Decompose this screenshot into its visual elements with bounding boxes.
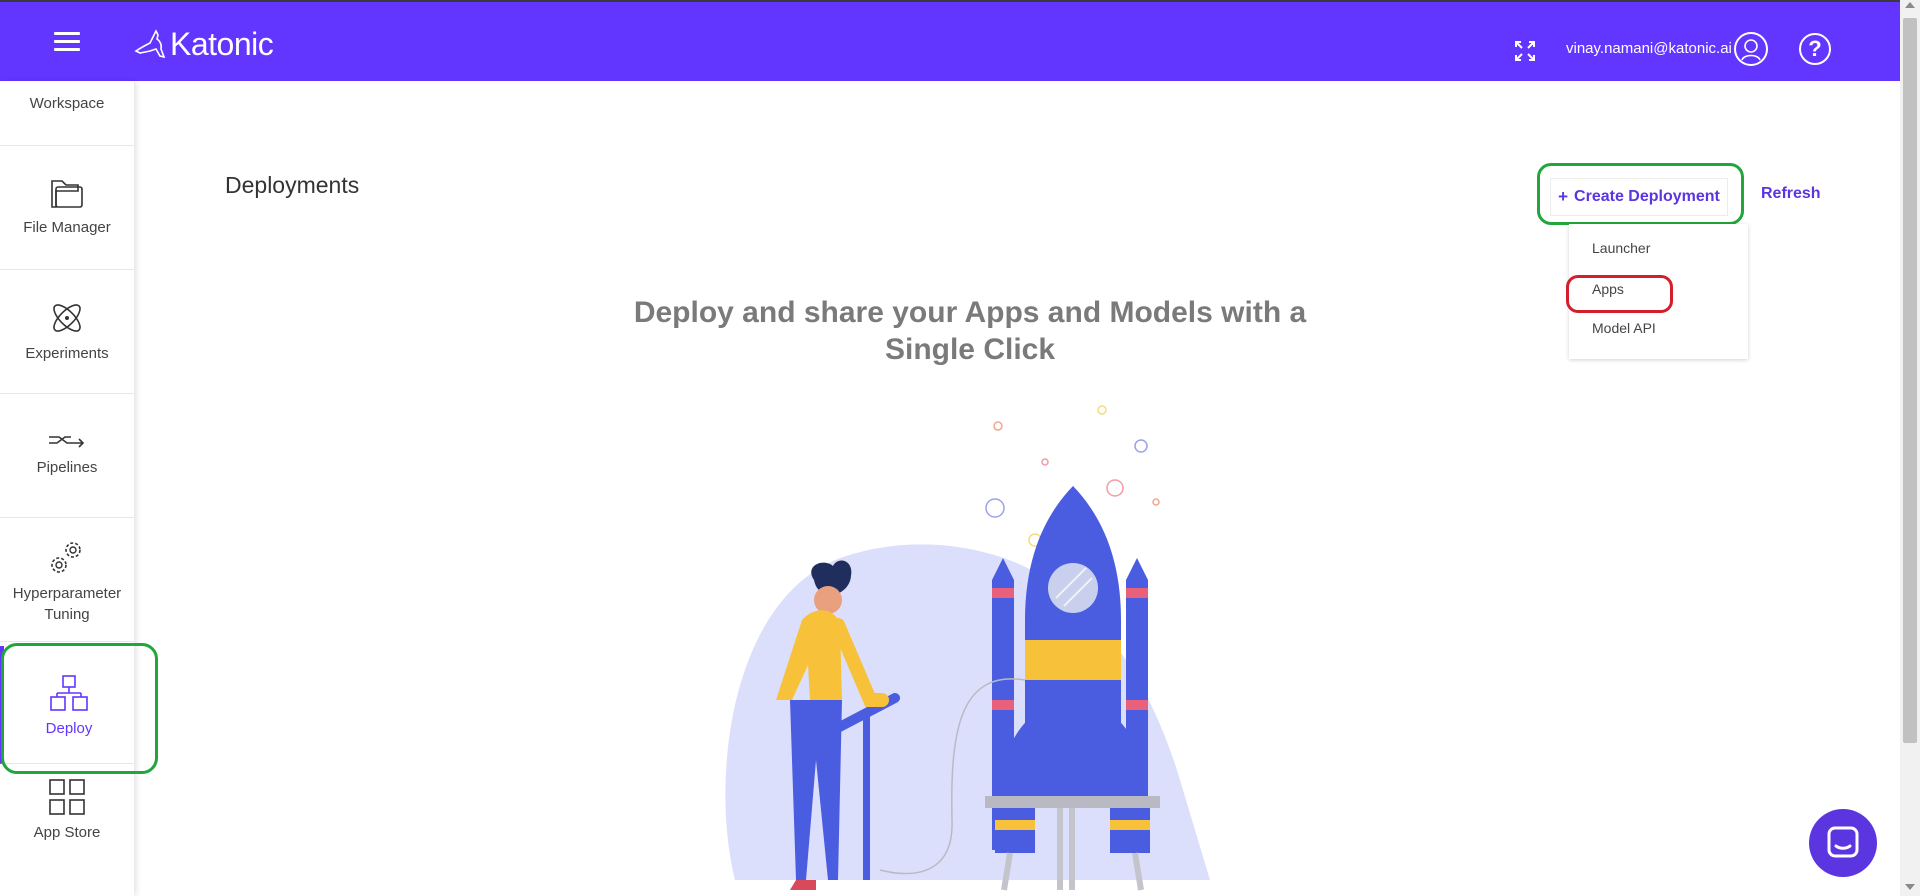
- sidebar-item-label: File Manager: [23, 219, 111, 236]
- brand-name: Katonic: [170, 25, 274, 62]
- fullscreen-icon[interactable]: [1514, 40, 1536, 62]
- hero-line-2: Single Click: [884, 333, 1056, 366]
- sidebar-item-label: App Store: [33, 824, 101, 841]
- sidebar-item-app-store[interactable]: App Store: [0, 764, 134, 896]
- menu-item-model-api[interactable]: Model API: [1592, 320, 1656, 336]
- sidebar-item-label: Experiments: [25, 345, 109, 362]
- rocket-illustration: [725, 405, 1210, 891]
- annotation-highlight-apps: [1566, 275, 1673, 313]
- page-title: Deployments: [225, 172, 360, 198]
- sidebar-item-hyperparameter-tuning[interactable]: Hyperparameter Tuning: [0, 517, 134, 642]
- gears-icon: [51, 542, 81, 573]
- menu-item-launcher[interactable]: Launcher: [1592, 240, 1650, 256]
- hero-line-1: Deploy and share your Apps and Models wi…: [633, 296, 1307, 329]
- pipeline-icon: [49, 436, 85, 448]
- brand-logo[interactable]: Katonic: [134, 24, 274, 64]
- sidebar-item-label: Pipelines: [36, 459, 98, 476]
- atom-icon: [53, 304, 81, 332]
- help-icon[interactable]: ?: [1799, 33, 1831, 65]
- chat-icon: [1827, 826, 1859, 858]
- sidebar-item-label: Hyperparameter Tuning: [12, 585, 122, 623]
- user-email[interactable]: vinay.namani@katonic.ai: [1566, 40, 1732, 57]
- hero-heading: Deploy and share your Apps and Models wi…: [620, 294, 1320, 368]
- kangaroo-logo: [134, 29, 166, 59]
- sidebar-item-workspace[interactable]: Workspace: [0, 81, 134, 146]
- annotation-highlight-deploy: [1, 643, 158, 774]
- folder-icon: [51, 180, 83, 208]
- sidebar-item-experiments[interactable]: Experiments: [0, 269, 134, 394]
- scroll-down-arrow-icon[interactable]: [1905, 884, 1915, 890]
- menu-icon[interactable]: [54, 32, 80, 52]
- user-avatar-icon[interactable]: [1734, 32, 1768, 66]
- scrollbar-thumb[interactable]: [1903, 18, 1917, 743]
- sidebar-item-file-manager[interactable]: File Manager: [0, 145, 134, 270]
- sidebar-item-label: Workspace: [29, 95, 105, 112]
- annotation-highlight-create: [1537, 163, 1744, 225]
- scroll-up-arrow-icon[interactable]: [1905, 2, 1915, 8]
- sidebar-item-pipelines[interactable]: Pipelines: [0, 393, 134, 518]
- grid-icon: [49, 779, 85, 815]
- top-bar: Katonic vinay.namani@katonic.ai ?: [0, 0, 1900, 81]
- chat-launcher-button[interactable]: [1809, 809, 1877, 877]
- refresh-button[interactable]: Refresh: [1761, 185, 1821, 203]
